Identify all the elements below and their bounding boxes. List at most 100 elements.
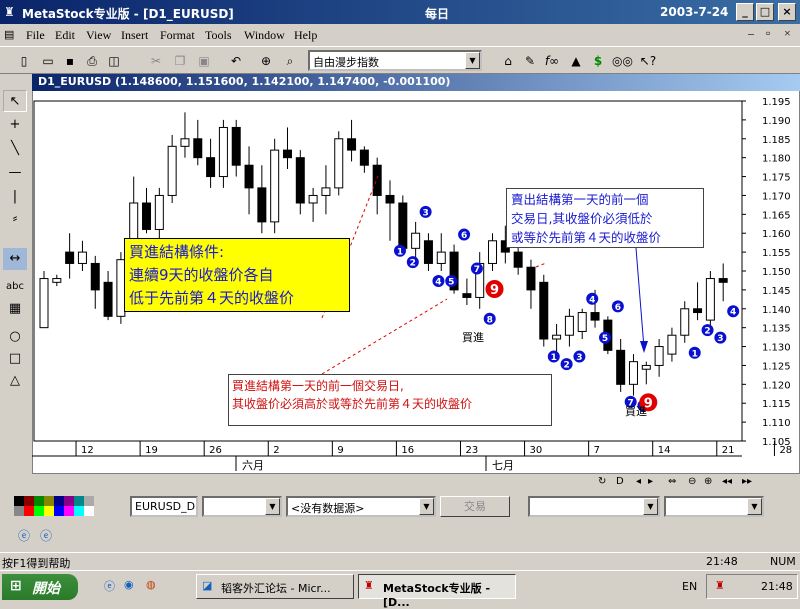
- candle-body: [654, 346, 664, 366]
- period-combo[interactable]: ▼: [202, 496, 282, 517]
- title-bar: ♜ MetaStock专业版 - [D1_EURUSD] 每日 2003-7-2…: [0, 0, 800, 24]
- rectangle-icon[interactable]: □: [3, 348, 27, 370]
- text-icon[interactable]: abc: [3, 276, 27, 298]
- menu-edit[interactable]: Edit: [55, 28, 75, 43]
- symbol-field[interactable]: EURUSD_D: [130, 496, 198, 517]
- indicator-combo[interactable]: 自由漫步指数 ▼: [308, 50, 482, 71]
- language-indicator[interactable]: EN: [682, 580, 697, 593]
- crosshair-icon[interactable]: ⊕: [256, 51, 276, 71]
- expand-icon[interactable]: ⇔: [668, 476, 676, 487]
- app-icon: ♜: [4, 5, 15, 19]
- paste-icon[interactable]: ▣: [194, 51, 214, 71]
- title-date: 2003-7-24: [660, 5, 729, 19]
- zoom-in-icon[interactable]: ⊕: [704, 476, 712, 487]
- preview-icon[interactable]: ◫: [104, 51, 124, 71]
- tray-metastock-icon[interactable]: ♜: [715, 579, 725, 592]
- windows-logo-icon: ⊞: [10, 578, 22, 594]
- pointer-icon[interactable]: ↖: [3, 90, 27, 112]
- cycle-icon[interactable]: ⸗: [3, 208, 27, 230]
- daily-toggle[interactable]: D: [616, 476, 624, 487]
- help-icon[interactable]: ↖?: [638, 51, 658, 71]
- chevron-down-icon[interactable]: ▼: [265, 498, 280, 515]
- ellipse-icon[interactable]: ○: [3, 326, 27, 348]
- menu-file[interactable]: File: [26, 28, 45, 43]
- mdi-restore-button[interactable]: ▫: [766, 26, 770, 41]
- ie-icon[interactable]: ⓔ: [14, 526, 34, 546]
- td-count-label: 4: [435, 278, 441, 288]
- chevron-down-icon[interactable]: ▼: [465, 52, 480, 69]
- chevron-down-icon[interactable]: ▼: [643, 498, 658, 515]
- menu-tools[interactable]: Tools: [205, 28, 232, 43]
- formula-icon[interactable]: f∞: [542, 51, 562, 71]
- candle-body: [462, 293, 472, 298]
- candle-body: [526, 266, 536, 291]
- trendline-icon[interactable]: ╲: [3, 138, 27, 160]
- datasource-value: <没有数据源>: [291, 502, 365, 515]
- td-count-label: 3: [717, 334, 723, 344]
- menu-window[interactable]: Window: [244, 28, 285, 43]
- center-title: 每日: [425, 7, 450, 21]
- horizontal-line-icon[interactable]: —: [3, 162, 27, 184]
- mdi-close-button[interactable]: ×: [784, 26, 791, 41]
- candle-body: [680, 308, 690, 336]
- td-count-label: 6: [615, 303, 621, 313]
- vertical-line-icon[interactable]: |: [3, 186, 27, 208]
- expert-icon[interactable]: ✎: [520, 51, 540, 71]
- menu-format[interactable]: Format: [160, 28, 195, 43]
- candle-body: [39, 278, 49, 329]
- td-count-label: 8: [487, 315, 493, 325]
- print-icon[interactable]: ⎙: [82, 51, 102, 71]
- task-metastock[interactable]: ♜ MetaStock专业版 - [D...: [358, 574, 516, 609]
- quicklaunch-ie-icon[interactable]: ⓔ: [104, 578, 115, 594]
- maximize-button[interactable]: □: [756, 3, 774, 21]
- candle-body: [167, 145, 177, 196]
- zoom-out-icon[interactable]: ⊖: [688, 476, 696, 487]
- datasource-combo[interactable]: <没有数据源> ▼: [286, 496, 436, 517]
- first-icon[interactable]: ◂◂: [722, 476, 732, 487]
- copy-icon[interactable]: ❐: [170, 51, 190, 71]
- minimize-button[interactable]: _: [736, 3, 754, 21]
- zoom-icon[interactable]: ⌕: [280, 51, 300, 71]
- color-palette[interactable]: [14, 496, 94, 516]
- explorer-icon[interactable]: ⌂: [498, 51, 518, 71]
- candle-body: [616, 349, 626, 385]
- crosshair-tool-icon[interactable]: +: [3, 114, 27, 136]
- undo-icon[interactable]: ↶: [226, 51, 246, 71]
- taskbar: ⊞ 開始 ⓔ ◉ ◍ ◪ 韬客外汇论坛 - Micr... ♜ MetaStoc…: [0, 570, 800, 609]
- chevron-down-icon[interactable]: ▼: [747, 498, 762, 515]
- binoculars-icon[interactable]: ◎◎: [612, 51, 633, 71]
- arrow-line: [635, 247, 645, 349]
- close-button[interactable]: ×: [778, 3, 796, 21]
- candle-body: [231, 126, 241, 166]
- open-icon[interactable]: ▭: [38, 51, 58, 71]
- cut-icon[interactable]: ✂: [146, 51, 166, 71]
- menu-view[interactable]: View: [86, 28, 111, 43]
- menu-insert[interactable]: Insert: [121, 28, 148, 43]
- system-tester-icon[interactable]: ▲: [566, 51, 586, 71]
- y-tick-label: 1.130: [762, 343, 791, 354]
- menu-help[interactable]: Help: [294, 28, 317, 43]
- chevron-down-icon[interactable]: ▼: [419, 498, 434, 515]
- trade-button[interactable]: 交易: [440, 496, 510, 517]
- line-width-combo[interactable]: ▼: [664, 496, 764, 517]
- refresh-icon[interactable]: ↻: [598, 476, 606, 487]
- quicklaunch-media-icon[interactable]: ◍: [146, 578, 156, 591]
- scroll-left-icon[interactable]: ◂: [636, 476, 641, 487]
- line-style-combo[interactable]: ▼: [528, 496, 660, 517]
- table-icon[interactable]: ▦: [3, 298, 27, 320]
- mdi-minimize-button[interactable]: –: [748, 26, 754, 41]
- ie-icon-2[interactable]: ⓔ: [36, 526, 56, 546]
- triangle-icon[interactable]: △: [3, 370, 27, 392]
- quicklaunch-outlook-icon[interactable]: ◉: [124, 578, 134, 591]
- task-forum[interactable]: ◪ 韬客外汇论坛 - Micr...: [196, 574, 354, 599]
- scroll-right-icon[interactable]: ▸: [648, 476, 653, 487]
- new-icon[interactable]: ▯: [14, 51, 34, 71]
- resize-icon[interactable]: ↔: [3, 248, 27, 270]
- td-count-label: 2: [410, 259, 416, 269]
- dollar-icon[interactable]: $: [588, 51, 608, 71]
- start-button[interactable]: ⊞ 開始: [2, 574, 78, 600]
- save-icon[interactable]: ▪: [60, 51, 80, 71]
- x-tick-label: 12: [81, 445, 94, 456]
- last-icon[interactable]: ▸▸: [742, 476, 752, 487]
- buy-prev-line1: 買進結構第一天的前一個交易日,: [232, 379, 404, 393]
